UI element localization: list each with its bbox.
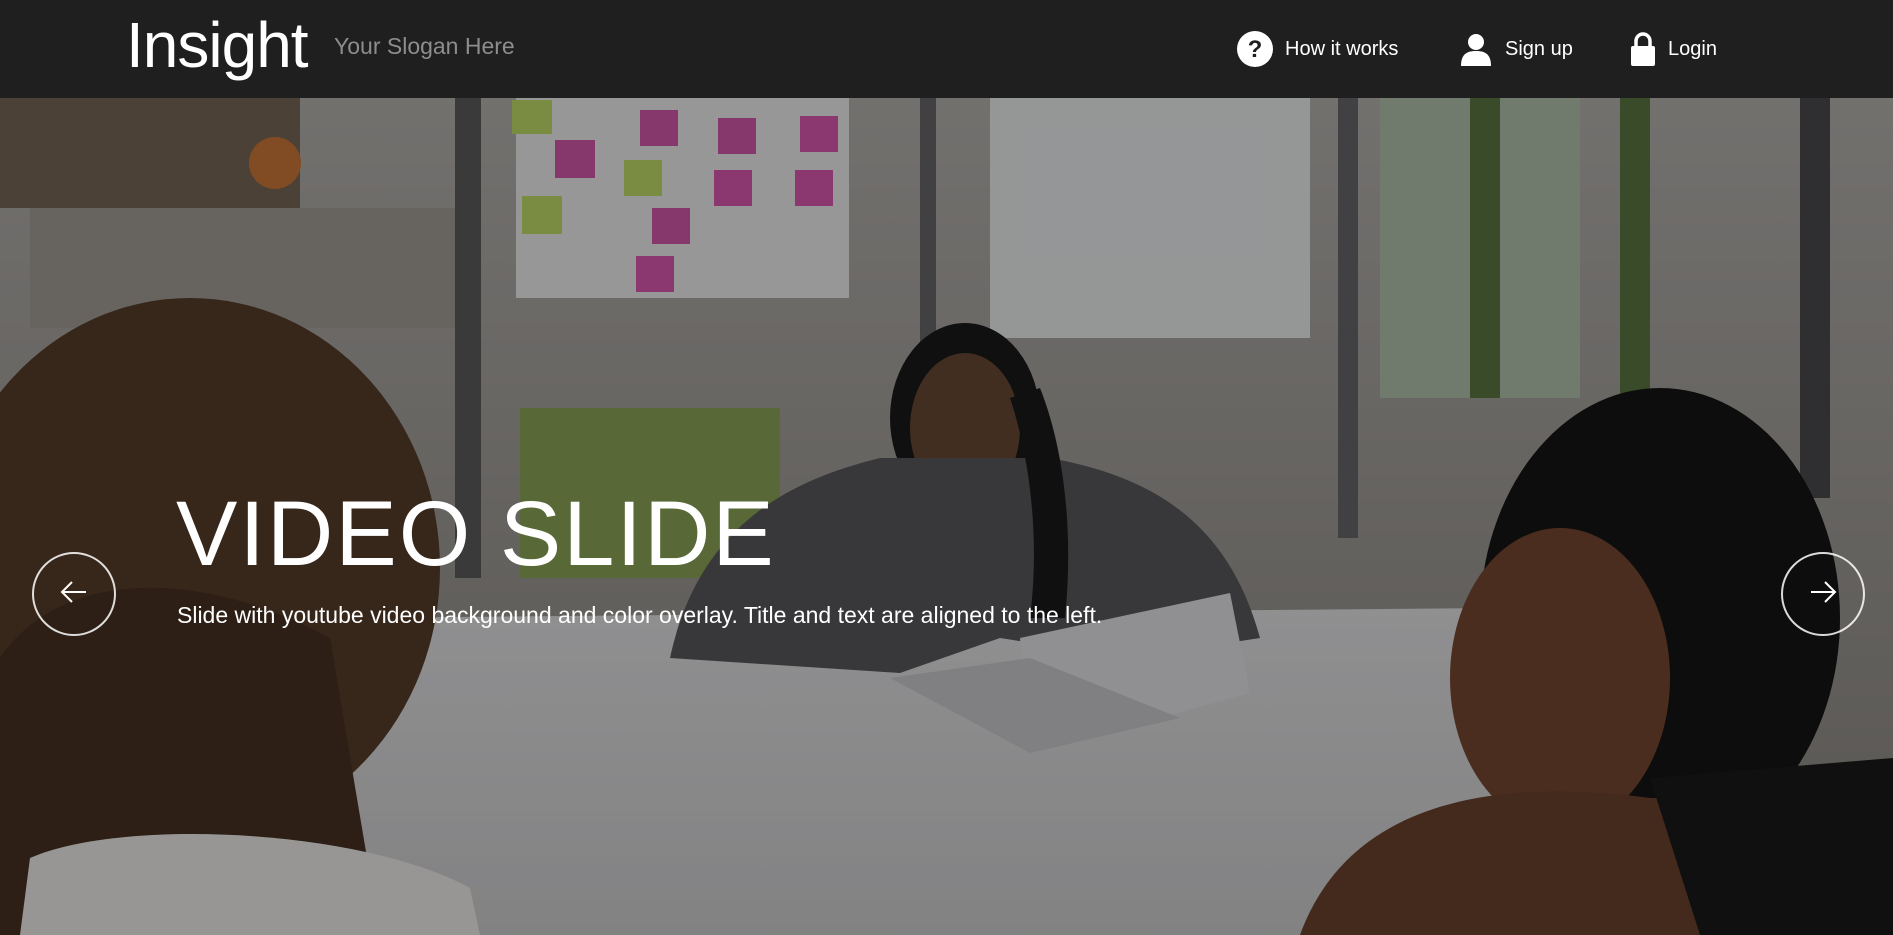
- nav-login-label: Login: [1668, 37, 1717, 60]
- arrow-left-icon: [58, 576, 90, 613]
- nav-sign-up-label: Sign up: [1505, 37, 1573, 60]
- brand-logo[interactable]: Insight: [126, 8, 309, 82]
- nav-how-it-works-label: How it works: [1285, 37, 1399, 60]
- next-slide-button[interactable]: [1781, 552, 1865, 636]
- prev-slide-button[interactable]: [32, 552, 116, 636]
- top-navbar: Insight Your Slogan Here ? How it works …: [0, 0, 1893, 98]
- nav-login[interactable]: Login: [1630, 29, 1717, 69]
- nav-sign-up[interactable]: Sign up: [1459, 29, 1573, 69]
- slide-title: VIDEO SLIDE: [176, 483, 776, 585]
- user-icon: [1459, 32, 1493, 66]
- nav-how-it-works[interactable]: ? How it works: [1237, 29, 1398, 69]
- question-circle-icon: ?: [1237, 31, 1273, 67]
- hero-slider: VIDEO SLIDE Slide with youtube video bac…: [0, 98, 1893, 935]
- slide-text: Slide with youtube video background and …: [177, 602, 1103, 628]
- arrow-right-icon: [1807, 576, 1839, 613]
- svg-text:?: ?: [1248, 36, 1263, 63]
- brand-slogan: Your Slogan Here: [334, 33, 515, 59]
- lock-icon: [1630, 31, 1656, 67]
